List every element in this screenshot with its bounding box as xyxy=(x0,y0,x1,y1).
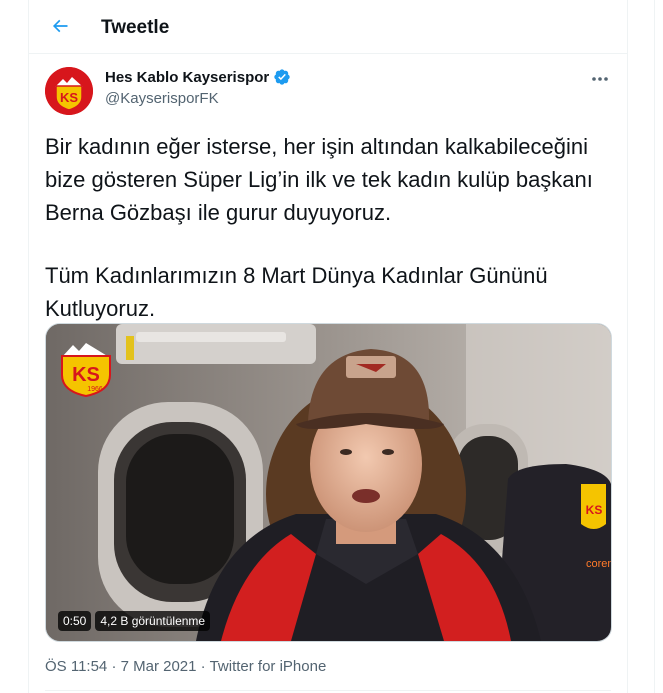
arrow-left-icon xyxy=(52,19,68,33)
sidebar-edge xyxy=(654,0,663,693)
divider xyxy=(45,690,611,691)
more-button[interactable] xyxy=(585,68,615,90)
more-dots-icon xyxy=(592,77,608,81)
video-views: 4,2 B görüntülenme xyxy=(95,611,211,631)
verified-badge-icon xyxy=(274,69,290,85)
author-name-row[interactable]: Hes Kablo Kayserispor xyxy=(105,68,291,86)
tweet-meta: ÖS 11:54 · 7 Mar 2021 · Twitter for iPho… xyxy=(45,658,326,675)
svg-text:KS: KS xyxy=(72,364,100,386)
page-title: Tweetle xyxy=(101,17,170,38)
svg-text:KS: KS xyxy=(586,503,603,517)
video-player[interactable]: KS corendon KS xyxy=(45,323,612,642)
tweet-paragraph: Tüm Kadınlarımızın 8 Mart Dünya Kadınlar… xyxy=(45,263,548,321)
svg-text:1966: 1966 xyxy=(87,386,103,393)
tweet-date[interactable]: 7 Mar 2021 xyxy=(121,658,197,675)
video-overlay: 0:50 4,2 B görüntülenme xyxy=(58,611,211,631)
video-duration: 0:50 xyxy=(58,611,92,631)
meta-separator: · xyxy=(200,658,206,675)
meta-separator: · xyxy=(111,658,117,675)
tweet-time[interactable]: ÖS 11:54 xyxy=(45,658,107,675)
tweet-paragraph: Bir kadının eğer isterse, her işin altın… xyxy=(45,134,593,225)
video-frame: KS corendon xyxy=(46,324,611,641)
avatar[interactable]: KS xyxy=(45,67,93,115)
tweet-source[interactable]: Twitter for iPhone xyxy=(210,658,327,675)
svg-text:KS: KS xyxy=(60,90,78,105)
author-handle[interactable]: @KayserisporFK xyxy=(105,90,291,107)
back-button[interactable] xyxy=(43,9,77,43)
club-watermark-icon: KS 1966 xyxy=(59,341,113,402)
author-name: Hes Kablo Kayserispor xyxy=(105,68,270,86)
club-logo-icon: KS xyxy=(45,67,93,115)
svg-text:corendon: corendon xyxy=(586,558,611,570)
tweet-text: Bir kadının eğer isterse, her işin altın… xyxy=(45,130,615,325)
page-header: Tweetle xyxy=(29,0,627,54)
tweet-column: Tweetle KS Hes Kablo Kayserispor @Kayser… xyxy=(28,0,628,693)
author-block: Hes Kablo Kayserispor @KayserisporFK xyxy=(105,68,291,107)
